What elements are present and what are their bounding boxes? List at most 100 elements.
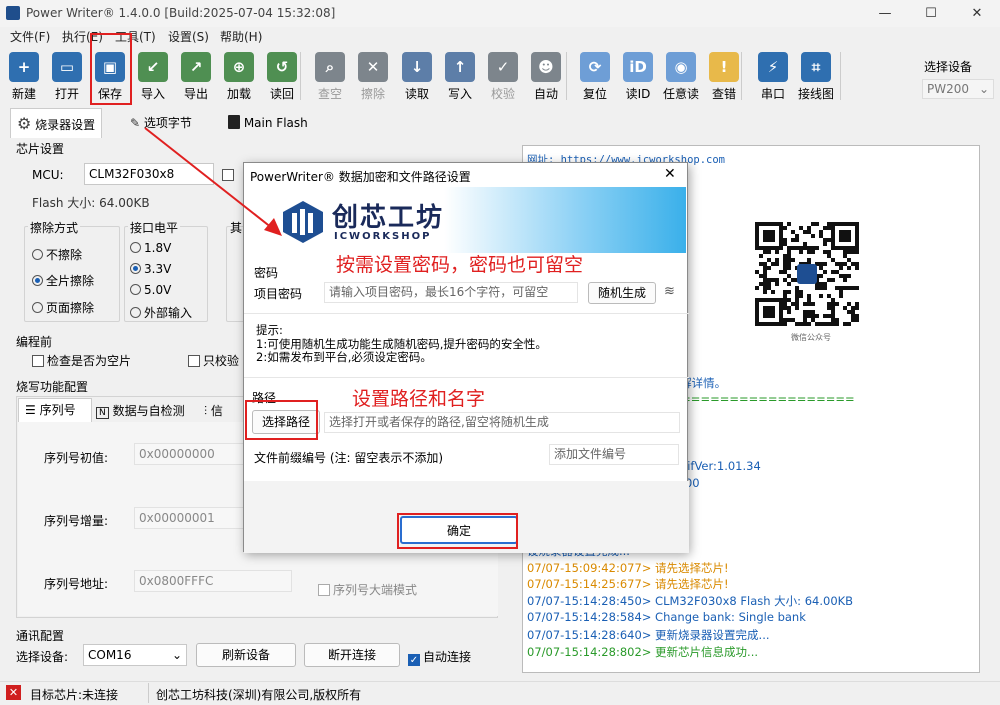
log-line: 07/07-15:14:28:802> 更新芯片信息成功...: [527, 644, 759, 659]
toolbar-button-folder-open[interactable]: ▭ 打开: [46, 50, 88, 104]
disconnect-button[interactable]: 断开连接: [304, 643, 400, 667]
data-icon: N: [96, 407, 109, 419]
auto-connect-checkbox[interactable]: ✓ 自动连接: [408, 648, 471, 666]
id-icon: iD: [623, 52, 653, 82]
random-generate-button[interactable]: 随机生成: [588, 282, 656, 304]
toolbar-button-label: 读取: [404, 87, 429, 101]
toolbar-button-id[interactable]: iD 读ID: [617, 50, 659, 104]
log-line: 07/07-15:14:28:450> CLM32F030x8 Flash 大小…: [527, 594, 854, 609]
comm-select-label: 选择设备:: [16, 650, 69, 664]
menu-file[interactable]: 文件(F): [10, 28, 50, 45]
only-verify-checkbox[interactable]: 只校验: [188, 352, 239, 369]
voltage-group-title: 接口电平: [128, 219, 181, 236]
eye-hidden-icon[interactable]: ≋: [664, 284, 675, 299]
minimize-button[interactable]: —: [862, 0, 908, 27]
big-endian-checkbox[interactable]: 序列号大端模式: [318, 581, 417, 598]
toolbar-button-robot[interactable]: ☻ 自动: [525, 50, 567, 104]
error-icon: ✕: [6, 685, 21, 700]
close-window-button[interactable]: ✕: [954, 0, 1000, 27]
choose-path-highlight-box: [245, 400, 318, 440]
toolbar-separator: [300, 52, 301, 100]
toolbar-button-import[interactable]: ↙ 导入: [132, 50, 174, 104]
serial-inc-label: 序列号增量:: [44, 514, 109, 528]
toolbar-button-serial-port[interactable]: ⚡ 串口: [752, 50, 794, 104]
subtab-label: 序列号: [39, 403, 76, 417]
toolbar-button-label: 新建: [11, 87, 36, 101]
toolbar-button-label: 串口: [760, 87, 785, 101]
program-before-title: 编程前: [16, 335, 53, 349]
tab-option-bytes[interactable]: ✎ 选项字节: [124, 108, 198, 138]
chip-settings-title: 芯片设置: [16, 142, 65, 156]
readback-icon: ↺: [267, 52, 297, 82]
subtab-info[interactable]: ⫶ 信: [204, 402, 223, 419]
toolbar-button-export[interactable]: ↗ 导出: [175, 50, 217, 104]
voltage-external-radio[interactable]: 外部输入: [130, 304, 192, 321]
refresh-devices-button[interactable]: 刷新设备: [196, 643, 296, 667]
password-group-title: 密码: [254, 266, 279, 280]
list-icon: ☰: [25, 403, 36, 417]
toolbar-button-verify[interactable]: ✓ 校验: [482, 50, 524, 104]
tab-label: 烧录器设置: [35, 118, 96, 132]
path-input[interactable]: 选择打开或者保存的路径,留空将随机生成: [324, 412, 680, 433]
toolbar-button-erase[interactable]: ✕ 擦除: [352, 50, 394, 104]
toolbar-button-label: 写入: [447, 87, 472, 101]
checkbox-label: 只校验: [203, 354, 240, 368]
maximize-button[interactable]: ☐: [908, 0, 954, 27]
check-blank-checkbox[interactable]: 检查是否为空片: [32, 352, 131, 369]
erase-full-radio[interactable]: 全片擦除: [32, 272, 94, 289]
toolbar-button-read[interactable]: ↓ 读取: [396, 50, 438, 104]
tab-programmer-settings[interactable]: ⚙ 烧录器设置: [10, 108, 103, 138]
toolbar-button-label: 导入: [140, 87, 165, 101]
radio-label: 1.8V: [144, 241, 172, 255]
toolbar-device-value: PW200: [927, 82, 970, 96]
status-bar: ✕ 目标芯片:未连接 创芯工坊科技(深圳)有限公司,版权所有: [0, 681, 1000, 705]
toolbar-device-select[interactable]: PW200 ⌄: [922, 79, 994, 99]
log-scrollbar[interactable]: [982, 145, 998, 673]
radio-label: 外部输入: [144, 306, 193, 320]
toolbar-button-write[interactable]: ↑ 写入: [439, 50, 481, 104]
toolbar-button-reset[interactable]: ⟳ 复位: [574, 50, 616, 104]
project-password-label: 项目密码: [254, 287, 303, 301]
voltage-1v8-radio[interactable]: 1.8V: [130, 241, 171, 255]
com-port-select[interactable]: COM16 ⌄: [83, 644, 187, 666]
tab-main-flash[interactable]: Main Flash: [222, 108, 314, 138]
chip-extra-checkbox[interactable]: [222, 168, 237, 182]
mcu-field[interactable]: CLM32F030x8: [84, 163, 214, 185]
serial-addr-field[interactable]: 0x0800FFFC: [134, 570, 292, 592]
toolbar-button-any-read[interactable]: ◉ 任意读: [660, 50, 702, 104]
dialog-close-icon[interactable]: ✕: [664, 166, 676, 182]
other-group-title: 其: [230, 221, 243, 235]
checkbox-label: 检查是否为空片: [47, 354, 132, 368]
toolbar-button-blank-check[interactable]: ⌕ 查空: [309, 50, 351, 104]
prefix-input[interactable]: 添加文件编号: [549, 444, 679, 465]
log-line: 07/07-15:14:25:677> 请先选择芯片!: [527, 577, 729, 592]
toolbar-button-error-check[interactable]: ! 查错: [703, 50, 745, 104]
menu-help[interactable]: 帮助(H): [220, 28, 262, 45]
write-icon: ↑: [445, 52, 475, 82]
voltage-3v3-radio[interactable]: 3.3V: [130, 262, 171, 276]
copyright-text: 创芯工坊科技(深圳)有限公司,版权所有: [156, 688, 362, 702]
menu-bar: 文件(F) 执行(E) 工具(T) 设置(S) 帮助(H): [0, 27, 1000, 45]
toolbar-button-label: 查错: [711, 87, 736, 101]
erase-none-radio[interactable]: 不擦除: [32, 246, 82, 263]
subtab-serial[interactable]: ☰ 序列号: [18, 398, 92, 422]
prefix-label: 文件前缀编号 (注: 留空表示不添加): [254, 451, 444, 465]
checkbox-label: 自动连接: [423, 650, 472, 664]
project-password-input[interactable]: 请输入项目密码，最长16个字符，可留空: [324, 282, 578, 303]
toolbar-button-new-file[interactable]: + 新建: [3, 50, 45, 104]
toolbar-button-label: 读回: [269, 87, 294, 101]
erase-page-radio[interactable]: 页面擦除: [32, 299, 94, 316]
error-check-icon: !: [709, 52, 739, 82]
toolbar-button-label: 导出: [183, 87, 208, 101]
toolbar-button-wiring-diagram[interactable]: ⌗ 接线图: [795, 50, 837, 104]
radio-label: 3.3V: [144, 262, 172, 276]
toolbar-button-readback[interactable]: ↺ 读回: [261, 50, 303, 104]
radio-label: 不擦除: [46, 248, 83, 262]
toolbar-button-load[interactable]: ⊕ 加载: [218, 50, 260, 104]
menu-settings[interactable]: 设置(S): [168, 28, 209, 45]
tab-label: Main Flash: [243, 116, 308, 130]
subtab-data-selftest[interactable]: N 数据与自检测: [96, 402, 185, 419]
export-icon: ↗: [181, 52, 211, 82]
voltage-5v-radio[interactable]: 5.0V: [130, 283, 171, 297]
toolbar-button-label: 读ID: [625, 87, 651, 101]
